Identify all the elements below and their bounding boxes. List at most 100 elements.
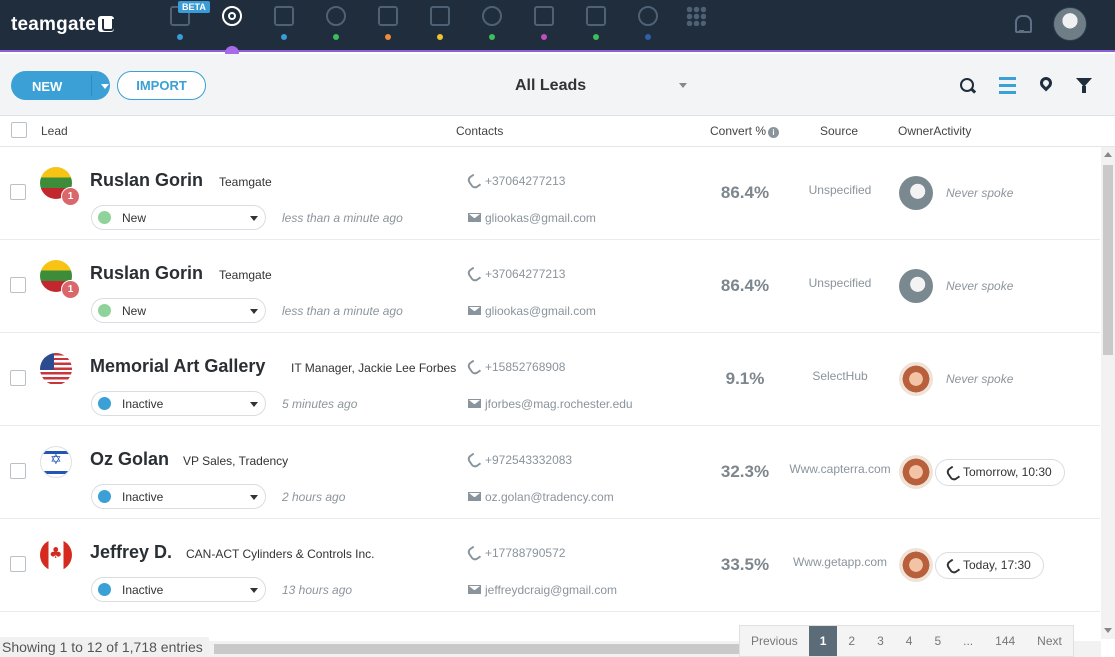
- activity-status: Never spoke: [946, 372, 1014, 386]
- nav-calendar[interactable]: [424, 4, 456, 44]
- email-address[interactable]: gliookas@gmail.com: [485, 304, 596, 318]
- page-3[interactable]: 3: [866, 626, 895, 656]
- nav-reports[interactable]: [632, 4, 664, 44]
- lead-name[interactable]: Ruslan Gorin: [90, 170, 203, 191]
- phone-number[interactable]: +972543332083: [485, 453, 572, 467]
- table-header: Lead Contacts Convert % i Source OwnerAct…: [0, 117, 1115, 147]
- scrollbar-thumb[interactable]: [214, 644, 739, 654]
- phone-number[interactable]: +15852768908: [485, 360, 565, 374]
- lead-source: SelectHub: [812, 369, 868, 383]
- row-checkbox[interactable]: [10, 556, 26, 572]
- chevron-down-icon: [250, 495, 258, 500]
- header-convert[interactable]: Convert % i: [710, 124, 780, 138]
- nav-conversations[interactable]: [476, 4, 508, 44]
- map-pin-icon[interactable]: [1037, 77, 1055, 95]
- logo-text: teamgate: [11, 14, 97, 35]
- lead-company: VP Sales, Tradency: [183, 454, 289, 468]
- chevron-down-icon[interactable]: [679, 83, 687, 88]
- nav-companies[interactable]: [268, 4, 300, 44]
- header-lead[interactable]: Lead: [41, 124, 68, 138]
- phone-number[interactable]: +17788790572: [485, 546, 565, 560]
- bell-icon[interactable]: [1013, 15, 1032, 33]
- status-select[interactable]: Inactive: [91, 484, 266, 509]
- status-select[interactable]: Inactive: [91, 577, 266, 602]
- leads-table-body: 1 Ruslan Gorin Teamgate New less than a …: [0, 147, 1100, 637]
- nav-contacts[interactable]: [320, 4, 352, 44]
- nav-leads[interactable]: [216, 4, 248, 44]
- inbox-icon: [534, 6, 554, 26]
- header-owner-activity[interactable]: OwnerActivity: [898, 124, 971, 138]
- scrollbar-thumb[interactable]: [1103, 165, 1113, 355]
- lead-name[interactable]: Oz Golan: [90, 449, 169, 470]
- table-row[interactable]: 1 Ruslan Gorin Teamgate New less than a …: [0, 240, 1100, 333]
- convert-percent: 86.4%: [720, 183, 770, 202]
- count-badge: 1: [61, 280, 80, 299]
- phone-number[interactable]: +37064277213: [485, 267, 565, 281]
- search-icon[interactable]: [959, 77, 977, 95]
- email-address[interactable]: oz.golan@tradency.com: [485, 490, 614, 504]
- owner-avatar[interactable]: [899, 362, 933, 396]
- status-select[interactable]: New: [91, 298, 266, 323]
- header-source[interactable]: Source: [820, 124, 858, 138]
- lead-source: Www.capterra.com: [789, 462, 891, 476]
- owner-avatar[interactable]: [899, 548, 933, 582]
- scroll-down-icon[interactable]: [1104, 628, 1112, 633]
- table-row[interactable]: Oz Golan VP Sales, Tradency Inactive 2 h…: [0, 426, 1100, 519]
- header-contacts[interactable]: Contacts: [456, 124, 503, 138]
- select-all-checkbox[interactable]: [11, 122, 27, 138]
- phone-number[interactable]: +37064277213: [485, 174, 565, 188]
- scroll-up-icon[interactable]: [1104, 152, 1112, 157]
- page-1[interactable]: 1: [808, 626, 838, 656]
- mail-icon: [468, 306, 481, 315]
- lead-name[interactable]: Ruslan Gorin: [90, 263, 203, 284]
- page-4[interactable]: 4: [895, 626, 924, 656]
- email-address[interactable]: gliookas@gmail.com: [485, 211, 596, 225]
- activity-call-pill[interactable]: Tomorrow, 10:30: [935, 459, 1065, 486]
- new-button[interactable]: NEW: [11, 71, 110, 100]
- prev-page-button[interactable]: Previous: [740, 626, 809, 656]
- filter-icon[interactable]: [1076, 77, 1094, 95]
- view-selector[interactable]: All Leads: [515, 77, 586, 95]
- nav-dot: [593, 34, 599, 40]
- table-row[interactable]: 1 Ruslan Gorin Teamgate New less than a …: [0, 147, 1100, 240]
- user-avatar[interactable]: [1053, 7, 1087, 41]
- mail-icon: [468, 585, 481, 594]
- status-dot: [98, 490, 111, 503]
- count-badge: 1: [61, 187, 80, 206]
- page-5[interactable]: 5: [923, 626, 952, 656]
- row-checkbox[interactable]: [10, 463, 26, 479]
- row-checkbox[interactable]: [10, 184, 26, 200]
- next-page-button[interactable]: Next: [1026, 626, 1073, 656]
- status-label: Inactive: [122, 397, 164, 411]
- phone-icon: [468, 268, 479, 279]
- nav-files[interactable]: [580, 4, 612, 44]
- nav-deals[interactable]: [372, 4, 404, 44]
- page-2[interactable]: 2: [837, 626, 866, 656]
- table-row[interactable]: Jeffrey D. CAN-ACT Cylinders & Controls …: [0, 519, 1100, 612]
- info-icon[interactable]: i: [768, 127, 780, 138]
- status-select[interactable]: New: [91, 205, 266, 230]
- page-144[interactable]: 144: [984, 626, 1026, 656]
- status-select[interactable]: Inactive: [91, 391, 266, 416]
- import-button[interactable]: IMPORT: [117, 71, 206, 100]
- nav-apps[interactable]: [680, 4, 712, 44]
- email-address[interactable]: jforbes@mag.rochester.edu: [485, 397, 633, 411]
- row-checkbox[interactable]: [10, 370, 26, 386]
- activity-call-pill[interactable]: Today, 17:30: [935, 552, 1044, 579]
- email-address[interactable]: jeffreydcraig@gmail.com: [485, 583, 617, 597]
- owner-avatar[interactable]: [899, 455, 933, 489]
- vertical-scrollbar[interactable]: [1101, 147, 1115, 639]
- chevron-down-icon[interactable]: [101, 84, 109, 89]
- chevron-down-icon: [250, 588, 258, 593]
- row-checkbox[interactable]: [10, 277, 26, 293]
- table-row[interactable]: Memorial Art Gallery IT Manager, Jackie …: [0, 333, 1100, 426]
- owner-avatar[interactable]: [899, 269, 933, 303]
- list-view-icon[interactable]: [999, 77, 1016, 94]
- teamgate-logo[interactable]: teamgate: [11, 14, 115, 36]
- nav-dot: [333, 34, 339, 40]
- lead-name[interactable]: Jeffrey D.: [90, 542, 172, 563]
- nav-inbox[interactable]: [528, 4, 560, 44]
- owner-avatar[interactable]: [899, 176, 933, 210]
- lead-name[interactable]: Memorial Art Gallery: [90, 356, 265, 377]
- status-label: New: [122, 211, 147, 225]
